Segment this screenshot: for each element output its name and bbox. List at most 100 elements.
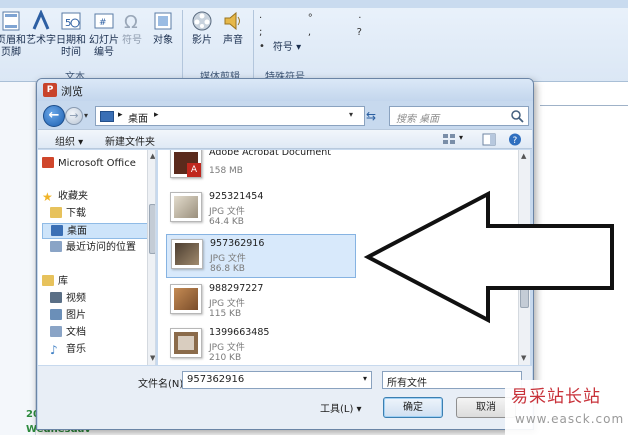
desktop-folder-icon (100, 111, 114, 122)
dialog-titlebar[interactable]: P 浏览 (37, 79, 533, 101)
nav-item-documents[interactable]: 文档 (50, 325, 155, 341)
symbol-button-disabled[interactable]: Ω 符号 (115, 10, 149, 47)
nav-label: 音乐 (66, 344, 86, 355)
command-toolbar: 组织 ▾ 新建文件夹 ▾ ? (38, 129, 532, 149)
breadcrumb-desktop[interactable]: 桌面 (128, 110, 148, 125)
pdf-thumbnail: A (170, 150, 202, 178)
symbols-dropdown-button[interactable]: 符号 ▾ (270, 42, 304, 56)
ribbon: 页眉和 页脚 艺术字 5 日期和 时间 # 幻灯片 编号 Ω 符号 对象 影片 … (0, 0, 628, 83)
refresh-icon: ⇆ (365, 109, 377, 123)
header-footer-icon (2, 11, 20, 31)
scroll-down-icon[interactable]: ▼ (150, 354, 155, 362)
nav-item-music[interactable]: ♪ 音乐 (50, 342, 155, 358)
header-footer-label: 页眉和 页脚 (0, 35, 26, 58)
organize-button[interactable]: 组织 ▾ (55, 133, 83, 148)
view-dropdown-icon[interactable]: ▾ (459, 133, 463, 142)
breadcrumb-chevron-icon[interactable]: ▸ (154, 110, 159, 120)
dialog-title: 浏览 (61, 85, 83, 98)
file-item-988297227[interactable]: 988297227 JPG 文件 115 KB (166, 280, 356, 324)
search-input[interactable]: 搜索 桌面 (389, 106, 529, 126)
file-item-adobe[interactable]: A Adobe Acrobat Document 158 MB (166, 150, 356, 188)
preview-pane-icon[interactable] (482, 133, 496, 146)
app-icon: P (43, 83, 57, 97)
slide-divider (540, 105, 628, 106)
nav-item-recent-places[interactable]: 最近访问的位置 (50, 240, 155, 256)
refresh-button[interactable]: ⇆ (361, 107, 381, 125)
sound-button[interactable]: 声音 (216, 10, 250, 47)
pdf-icon: A (187, 163, 201, 177)
arrow-right-icon: → (69, 109, 79, 122)
symbols-dropdown-label: 符号 (272, 42, 293, 53)
svg-text:Ω: Ω (124, 12, 138, 32)
nav-label: 收藏夹 (58, 191, 88, 202)
nav-item-pictures[interactable]: 图片 (50, 308, 155, 324)
object-button[interactable]: 对象 (146, 10, 180, 47)
nav-label: 文档 (66, 327, 86, 338)
tools-button[interactable]: 工具(L) ▾ (320, 400, 362, 415)
slides-pane (0, 82, 36, 435)
ok-button[interactable]: 确定 (383, 397, 443, 418)
view-options-icon[interactable] (442, 133, 456, 146)
svg-text:#: # (99, 18, 107, 28)
date-time-label: 日期和 时间 (56, 35, 86, 58)
nav-label: 库 (58, 276, 68, 287)
movie-button[interactable]: 影片 (185, 10, 219, 47)
help-icon[interactable]: ? (508, 133, 522, 146)
filetype-select[interactable]: 所有文件 (382, 371, 522, 389)
filename-label: 文件名(N): (138, 379, 187, 390)
image-thumbnail (170, 284, 202, 314)
object-label: 对象 (153, 35, 173, 46)
star-icon: ★ (42, 190, 53, 204)
wordart-button[interactable]: 艺术字 (24, 10, 58, 47)
nav-label: 最近访问的位置 (66, 242, 136, 253)
forward-button[interactable]: → (65, 107, 83, 125)
search-placeholder: 搜索 桌面 (396, 114, 440, 125)
filename-input[interactable]: 957362916 (182, 371, 372, 389)
date-time-button[interactable]: 5 日期和 时间 (54, 10, 88, 59)
nav-item-desktop[interactable]: 桌面 (42, 223, 150, 239)
back-button[interactable]: ← (43, 105, 65, 127)
new-folder-button[interactable]: 新建文件夹 (105, 133, 155, 148)
scroll-down-icon[interactable]: ▼ (521, 354, 526, 362)
nav-label: 桌面 (67, 226, 87, 237)
music-icon: ♪ (50, 343, 58, 357)
nav-scrollbar[interactable]: ▲ ▼ (147, 150, 155, 365)
filename-dropdown-icon[interactable]: ▾ (363, 374, 367, 383)
documents-icon (50, 326, 62, 337)
nav-label: 下载 (66, 208, 86, 219)
address-dropdown-icon[interactable]: ▾ (349, 110, 353, 119)
nav-scroll-thumb[interactable] (149, 204, 155, 254)
breadcrumb-separator-icon: ▸ (118, 110, 123, 120)
file-type: JPG 文件 (209, 207, 245, 217)
nav-item-microsoft-office[interactable]: Microsoft Office (42, 156, 150, 172)
search-icon (511, 110, 524, 123)
file-name: 957362916 (210, 238, 265, 249)
file-size: 64.4 KB (209, 217, 244, 227)
nav-label: Microsoft Office (58, 158, 136, 169)
image-thumbnail (170, 192, 202, 222)
nav-item-downloads[interactable]: 下载 (50, 206, 155, 222)
file-name: Adobe Acrobat Document (209, 150, 331, 158)
file-size: 86.8 KB (210, 264, 245, 274)
annotation-arrow-icon (363, 190, 614, 324)
file-item-957362916-selected[interactable]: 957362916 JPG 文件 86.8 KB (166, 234, 356, 278)
file-item-925321454[interactable]: 925321454 JPG 文件 64.4 KB (166, 188, 356, 232)
scroll-up-icon[interactable]: ▲ (521, 152, 526, 160)
arrow-left-icon: ← (48, 108, 60, 123)
address-bar[interactable]: ▸ 桌面 ▸ (95, 106, 365, 126)
watermark-title: 易采站长站 (511, 387, 601, 407)
file-size: 158 MB (209, 166, 243, 176)
chevron-down-icon: ▾ (292, 42, 302, 53)
history-dropdown-icon[interactable]: ▾ (84, 111, 88, 120)
video-icon (50, 292, 62, 303)
nav-item-favorites[interactable]: ★ 收藏夹 (42, 189, 150, 205)
nav-item-libraries[interactable]: 库 (42, 274, 150, 290)
navigation-pane: Microsoft Office ★ 收藏夹 下载 桌面 最近访问的位置 库 视频… (38, 150, 156, 365)
nav-item-videos[interactable]: 视频 (50, 291, 155, 307)
image-thumbnail (171, 239, 203, 269)
svg-text:?: ? (513, 136, 518, 146)
file-item-1399663485[interactable]: 1399663485 JPG 文件 210 KB (166, 324, 356, 365)
scroll-up-icon[interactable]: ▲ (150, 152, 155, 160)
recent-places-icon (50, 241, 62, 252)
symbol-label: 符号 (122, 35, 142, 46)
